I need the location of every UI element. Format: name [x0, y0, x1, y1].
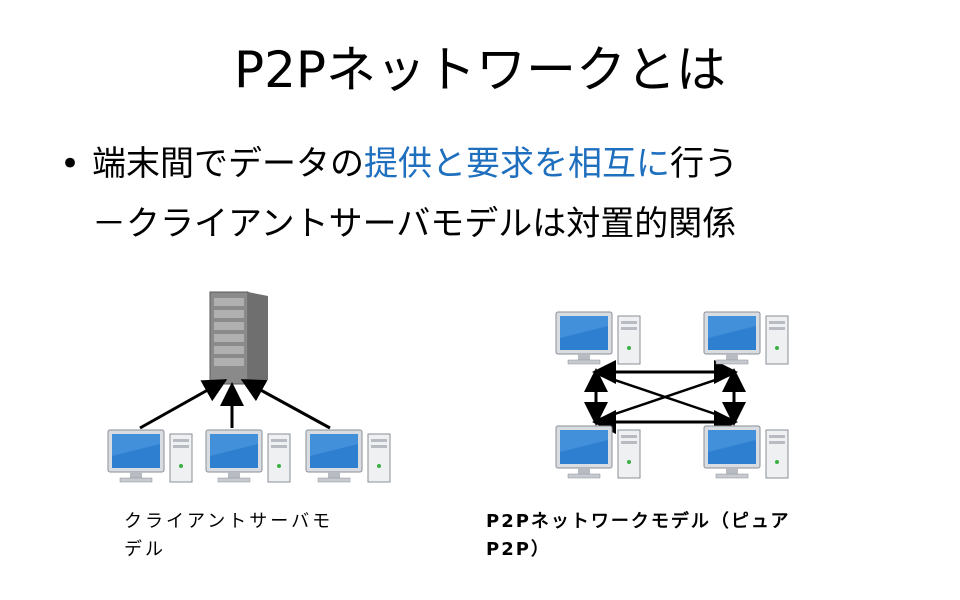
- peer-pc-icon: [703, 311, 789, 365]
- client-pc-icon: [305, 429, 391, 483]
- p2p-caption-line1: P2Pネットワークモデル（ピュア: [486, 511, 791, 532]
- client-pc-icon: [205, 429, 291, 483]
- server-icon: [209, 291, 268, 385]
- p2p-diagram: [555, 311, 789, 479]
- p2p-caption: P2Pネットワークモデル（ピュア P2P）: [486, 508, 791, 564]
- peer-pc-icon: [703, 425, 789, 479]
- peer-pc-icon: [555, 425, 641, 479]
- client1-to-server-arrow: [139, 379, 228, 430]
- peer-pc-icon: [555, 311, 641, 365]
- client-server-caption: クライアントサーバモ デル: [124, 508, 333, 564]
- client-server-caption-line2: デル: [124, 539, 166, 560]
- client-pc-icon: [107, 429, 193, 483]
- client-server-caption-line1: クライアントサーバモ: [124, 511, 334, 532]
- p2p-caption-line2: P2P）: [486, 539, 551, 560]
- client3-to-server-arrow: [240, 379, 331, 430]
- client-server-diagram: [107, 291, 391, 483]
